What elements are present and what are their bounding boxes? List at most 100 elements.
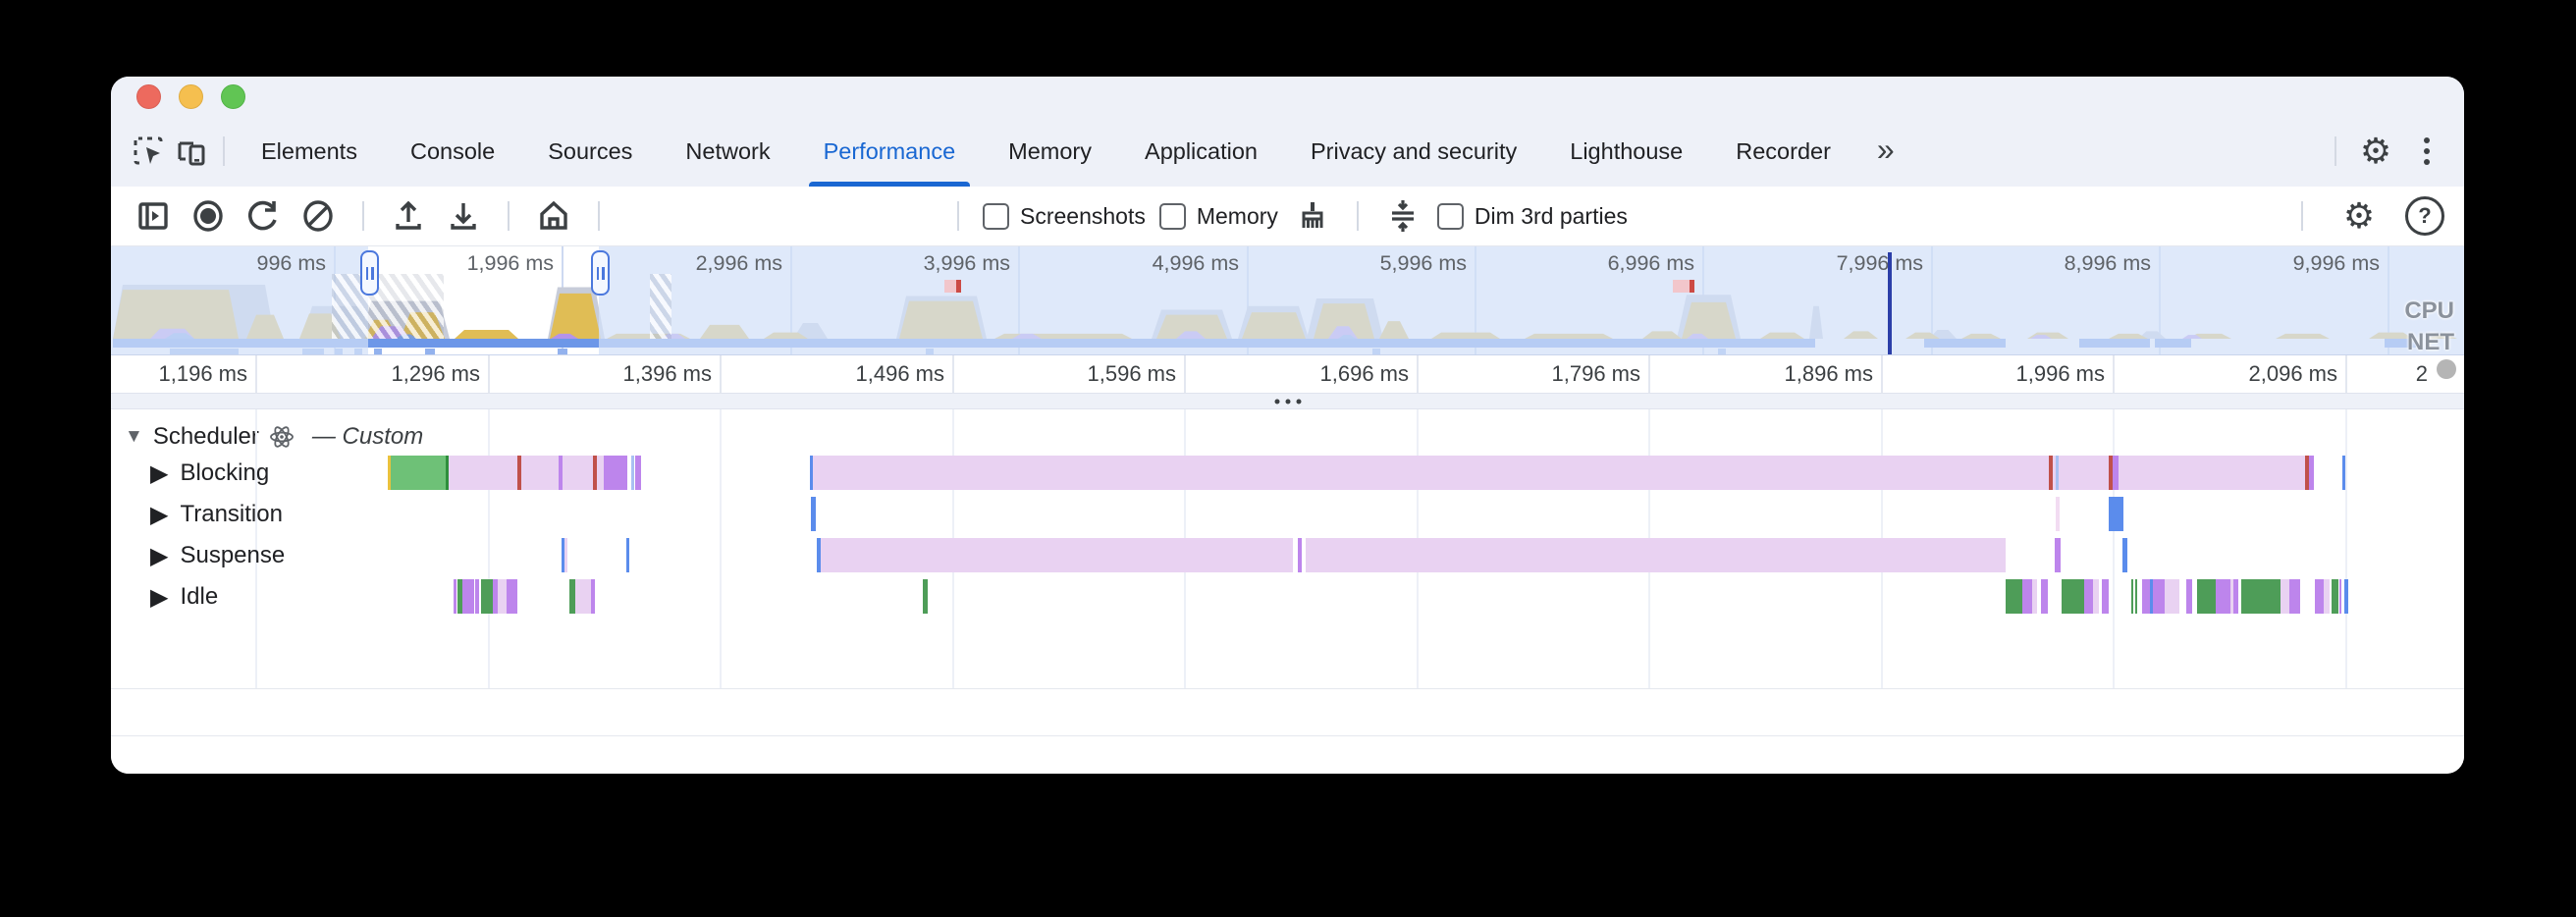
tab-lighthouse[interactable]: Lighthouse bbox=[1543, 116, 1709, 187]
trace-event[interactable] bbox=[923, 579, 928, 614]
expand-triangle-icon[interactable]: ▶ bbox=[150, 459, 168, 488]
trace-event[interactable] bbox=[2289, 579, 2300, 614]
trace-event[interactable] bbox=[475, 579, 479, 614]
trace-event[interactable] bbox=[2049, 456, 2053, 490]
settings-gear-icon[interactable]: ⚙ bbox=[2354, 130, 2397, 173]
collapse-flame-icon[interactable] bbox=[1382, 195, 1423, 237]
trace-event[interactable] bbox=[2122, 538, 2127, 572]
trace-event[interactable] bbox=[2113, 456, 2119, 490]
trace-event[interactable] bbox=[391, 456, 446, 490]
scroll-indicator[interactable] bbox=[2437, 359, 2456, 379]
trace-event[interactable] bbox=[462, 579, 474, 614]
screenshots-checkbox[interactable]: Screenshots bbox=[983, 203, 1146, 230]
expand-triangle-icon[interactable]: ▶ bbox=[150, 542, 168, 570]
trace-event[interactable] bbox=[2186, 579, 2192, 614]
track-header-scheduler[interactable]: ▼ Scheduler — Custom bbox=[111, 423, 423, 451]
collapse-triangle-icon[interactable]: ▼ bbox=[125, 426, 143, 448]
trace-event[interactable] bbox=[2142, 579, 2150, 614]
minimize-window-button[interactable] bbox=[179, 84, 203, 109]
trace-event[interactable] bbox=[626, 538, 629, 572]
trace-event[interactable] bbox=[2022, 579, 2032, 614]
trace-event[interactable] bbox=[507, 579, 517, 614]
row-header-blocking[interactable]: ▶Blocking bbox=[150, 453, 269, 494]
trace-event[interactable] bbox=[2165, 579, 2179, 614]
trace-event[interactable] bbox=[591, 579, 595, 614]
tab-sources[interactable]: Sources bbox=[521, 116, 659, 187]
toggle-device-toolbar-icon[interactable] bbox=[170, 130, 213, 173]
inspect-element-icon[interactable] bbox=[127, 130, 170, 173]
trace-event[interactable] bbox=[2055, 538, 2061, 572]
trace-event[interactable] bbox=[2062, 579, 2084, 614]
capture-settings-gear-icon[interactable]: ⚙ bbox=[2338, 195, 2380, 237]
tab-privacy-and-security[interactable]: Privacy and security bbox=[1284, 116, 1543, 187]
record-icon[interactable] bbox=[188, 195, 229, 237]
tab-application[interactable]: Application bbox=[1118, 116, 1284, 187]
trace-event[interactable] bbox=[2084, 579, 2093, 614]
trace-event[interactable] bbox=[449, 456, 517, 490]
trace-event[interactable] bbox=[2315, 579, 2324, 614]
screenshots-checkbox-box[interactable] bbox=[983, 203, 1009, 230]
upload-profile-icon[interactable] bbox=[388, 195, 429, 237]
right-selection-handle[interactable] bbox=[591, 250, 610, 296]
trace-event[interactable] bbox=[2197, 579, 2216, 614]
trace-event[interactable] bbox=[2056, 456, 2059, 490]
tab-network[interactable]: Network bbox=[659, 116, 796, 187]
trace-event[interactable] bbox=[2135, 579, 2137, 614]
trace-event[interactable] bbox=[2332, 579, 2338, 614]
memory-checkbox[interactable]: Memory bbox=[1159, 203, 1278, 230]
trace-event[interactable] bbox=[635, 456, 641, 490]
trace-event[interactable] bbox=[2216, 579, 2230, 614]
toggle-sidebar-icon[interactable] bbox=[133, 195, 174, 237]
more-tabs-icon[interactable]: » bbox=[1857, 132, 1914, 168]
home-icon[interactable] bbox=[533, 195, 574, 237]
trace-event[interactable] bbox=[563, 456, 593, 490]
trace-event[interactable] bbox=[498, 579, 507, 614]
trace-event[interactable] bbox=[2281, 579, 2289, 614]
expand-triangle-icon[interactable]: ▶ bbox=[150, 583, 168, 612]
trace-event[interactable] bbox=[2309, 456, 2314, 490]
trace-event[interactable] bbox=[2153, 579, 2165, 614]
trace-event[interactable] bbox=[2032, 579, 2037, 614]
expand-triangle-icon[interactable]: ▶ bbox=[150, 501, 168, 529]
tab-console[interactable]: Console bbox=[384, 116, 521, 187]
trace-event[interactable] bbox=[631, 456, 634, 490]
tab-elements[interactable]: Elements bbox=[235, 116, 384, 187]
dim-3rd-parties-checkbox-box[interactable] bbox=[1437, 203, 1464, 230]
trace-event[interactable] bbox=[454, 579, 456, 614]
trace-event[interactable] bbox=[2324, 579, 2330, 614]
zoom-window-button[interactable] bbox=[221, 84, 245, 109]
left-selection-handle[interactable] bbox=[360, 250, 379, 296]
trace-event[interactable] bbox=[604, 456, 627, 490]
trace-event[interactable] bbox=[2342, 456, 2345, 490]
clear-recording-icon[interactable] bbox=[297, 195, 339, 237]
trace-event[interactable] bbox=[2344, 579, 2348, 614]
trace-event[interactable] bbox=[2041, 579, 2048, 614]
trace-event[interactable] bbox=[564, 538, 567, 572]
trace-event[interactable] bbox=[481, 579, 493, 614]
tab-recorder[interactable]: Recorder bbox=[1709, 116, 1857, 187]
trace-event[interactable] bbox=[1306, 538, 2006, 572]
close-window-button[interactable] bbox=[136, 84, 161, 109]
trace-event[interactable] bbox=[521, 456, 559, 490]
dim-3rd-parties-checkbox[interactable]: Dim 3rd parties bbox=[1437, 203, 1628, 230]
reload-and-record-icon[interactable] bbox=[242, 195, 284, 237]
trace-event[interactable] bbox=[1298, 538, 1302, 572]
trace-event[interactable] bbox=[2093, 579, 2099, 614]
garbage-collect-icon[interactable] bbox=[1292, 195, 1333, 237]
trace-event[interactable] bbox=[813, 456, 2314, 490]
help-icon[interactable]: ? bbox=[2405, 196, 2444, 236]
trace-event[interactable] bbox=[597, 456, 604, 490]
row-header-idle[interactable]: ▶Idle bbox=[150, 576, 218, 618]
memory-checkbox-box[interactable] bbox=[1159, 203, 1186, 230]
trace-event[interactable] bbox=[575, 579, 591, 614]
trace-event[interactable] bbox=[811, 497, 816, 531]
download-profile-icon[interactable] bbox=[443, 195, 484, 237]
tab-performance[interactable]: Performance bbox=[797, 116, 983, 187]
kebab-menu-icon[interactable] bbox=[2405, 130, 2448, 173]
timeline-overview[interactable]: 996 ms1,996 ms2,996 ms3,996 ms4,996 ms5,… bbox=[111, 246, 2464, 355]
trace-event[interactable] bbox=[2339, 579, 2341, 614]
drag-dots-icon[interactable] bbox=[1274, 399, 1301, 404]
trace-event[interactable] bbox=[2006, 579, 2022, 614]
trace-event[interactable] bbox=[2233, 579, 2238, 614]
trace-event[interactable] bbox=[2102, 579, 2109, 614]
